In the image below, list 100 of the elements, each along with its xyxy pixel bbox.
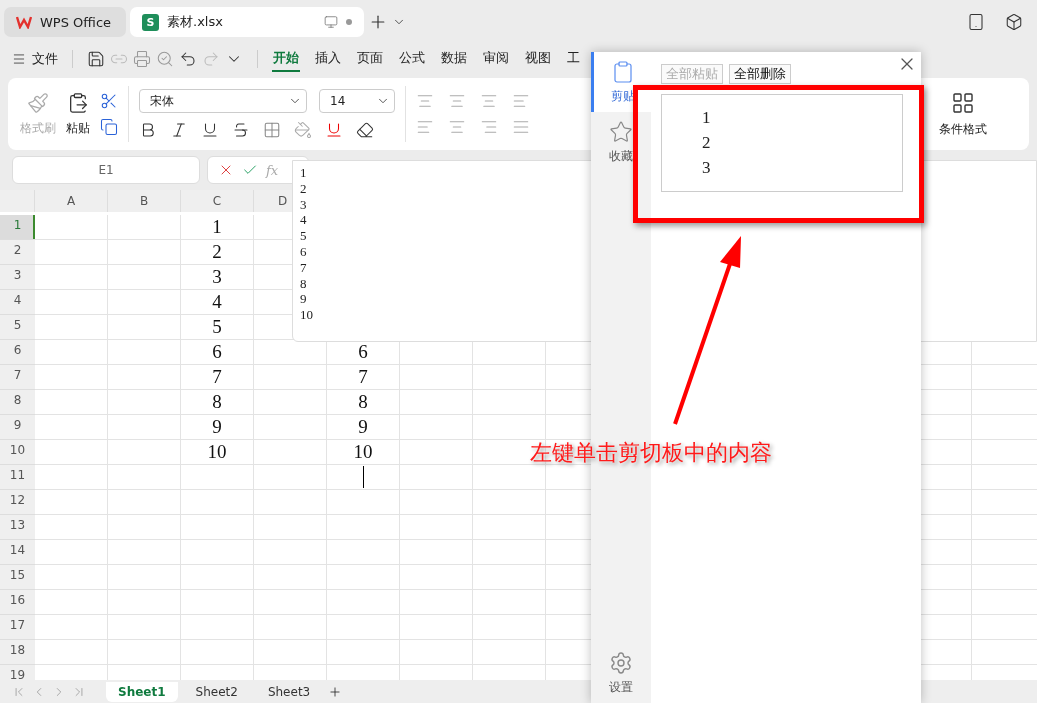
align-center-icon[interactable]	[448, 118, 466, 136]
grid-cell[interactable]	[327, 640, 400, 665]
grid-cell[interactable]	[108, 415, 181, 440]
grid-cell[interactable]	[35, 640, 108, 665]
grid-cell[interactable]	[473, 390, 546, 415]
row-header[interactable]: 10	[0, 440, 35, 465]
grid-cell[interactable]	[108, 265, 181, 290]
grid-cell[interactable]	[108, 215, 181, 240]
grid-cell[interactable]	[254, 390, 327, 415]
clipboard-item[interactable]: 1 2 3	[661, 94, 903, 192]
grid-cell[interactable]	[35, 265, 108, 290]
align-left-icon[interactable]	[416, 118, 434, 136]
row-header[interactable]: 13	[0, 515, 35, 540]
font-select[interactable]: 宋体	[139, 89, 307, 113]
row-header[interactable]: 9	[0, 415, 35, 440]
grid-cell[interactable]	[473, 515, 546, 540]
grid-cell[interactable]	[254, 465, 327, 490]
ribbon-tab[interactable]: 页面	[356, 46, 384, 72]
grid-cell[interactable]	[35, 340, 108, 365]
grid-cell[interactable]	[473, 615, 546, 640]
ribbon-tab[interactable]: 公式	[398, 46, 426, 72]
cube-icon[interactable]	[1005, 13, 1023, 31]
print-preview-icon[interactable]	[156, 50, 174, 68]
grid-cell[interactable]	[254, 515, 327, 540]
row-header[interactable]: 18	[0, 640, 35, 665]
row-header[interactable]: 1	[0, 215, 35, 240]
grid-cell[interactable]	[327, 540, 400, 565]
clipboard-icon[interactable]	[67, 91, 89, 114]
grid-cell[interactable]: 5	[181, 315, 254, 340]
grid-cell[interactable]	[181, 540, 254, 565]
row-header[interactable]: 7	[0, 365, 35, 390]
grid-cell[interactable]	[35, 515, 108, 540]
grid-cell[interactable]	[108, 490, 181, 515]
grid-cell[interactable]	[400, 465, 473, 490]
grid-cell[interactable]	[35, 415, 108, 440]
grid-cell[interactable]	[254, 440, 327, 465]
file-menu[interactable]: 文件	[32, 50, 58, 68]
grid-cell[interactable]: 8	[181, 390, 254, 415]
grid-cell[interactable]	[327, 565, 400, 590]
row-header[interactable]: 5	[0, 315, 35, 340]
grid-cell[interactable]	[35, 615, 108, 640]
underline-icon[interactable]	[201, 121, 219, 139]
grid-cell[interactable]: 3	[181, 265, 254, 290]
grid-cell[interactable]	[35, 490, 108, 515]
settings-button[interactable]: 设置	[591, 643, 651, 703]
grid-cell[interactable]	[400, 640, 473, 665]
grid-cell[interactable]	[181, 490, 254, 515]
grid-cell[interactable]	[108, 240, 181, 265]
align-right-icon[interactable]	[480, 118, 498, 136]
grid-cell[interactable]	[327, 590, 400, 615]
grid-cell[interactable]	[181, 590, 254, 615]
grid-cell[interactable]	[35, 240, 108, 265]
grid-cell[interactable]	[108, 390, 181, 415]
grid-cell[interactable]	[108, 365, 181, 390]
grid-cell[interactable]	[35, 590, 108, 615]
ribbon-tab[interactable]: 插入	[314, 46, 342, 72]
grid-cell[interactable]	[327, 615, 400, 640]
column-header[interactable]: C	[181, 190, 254, 212]
grid-cell[interactable]	[254, 490, 327, 515]
select-all-corner[interactable]	[0, 190, 35, 212]
grid-cell[interactable]	[181, 615, 254, 640]
ribbon-tab[interactable]: 开始	[272, 46, 300, 72]
grid-cell[interactable]	[400, 590, 473, 615]
ribbon-tab[interactable]: 审阅	[482, 46, 510, 72]
copy-icon[interactable]	[100, 118, 118, 136]
grid-cell[interactable]	[254, 540, 327, 565]
grid-cell[interactable]	[35, 215, 108, 240]
grid-cell[interactable]	[473, 590, 546, 615]
grid-cell[interactable]	[473, 565, 546, 590]
grid-cell[interactable]	[108, 440, 181, 465]
italic-icon[interactable]	[170, 121, 188, 139]
grid-cell[interactable]	[473, 640, 546, 665]
grid-cell[interactable]	[108, 465, 181, 490]
grid-cell[interactable]: 4	[181, 290, 254, 315]
fill-color-icon[interactable]	[294, 121, 312, 139]
grid-cell[interactable]	[327, 515, 400, 540]
row-header[interactable]: 6	[0, 340, 35, 365]
ribbon-tab[interactable]: 数据	[440, 46, 468, 72]
grid-cell[interactable]	[108, 565, 181, 590]
conditional-format-button[interactable]: 条件格式	[939, 90, 987, 138]
grid-cell[interactable]	[181, 640, 254, 665]
grid-cell[interactable]	[254, 415, 327, 440]
grid-cell[interactable]	[254, 365, 327, 390]
grid-cell[interactable]: 8	[327, 390, 400, 415]
grid-cell[interactable]	[181, 515, 254, 540]
grid-cell[interactable]	[254, 615, 327, 640]
sheet-tab[interactable]: Sheet2	[183, 681, 250, 702]
grid-cell[interactable]	[473, 490, 546, 515]
column-header[interactable]: A	[35, 190, 108, 212]
grid-cell[interactable]	[108, 315, 181, 340]
font-color-icon[interactable]	[325, 121, 343, 139]
grid-cell[interactable]	[400, 390, 473, 415]
grid-cell[interactable]	[254, 640, 327, 665]
font-size-select[interactable]: 14	[319, 89, 395, 113]
ribbon-tab[interactable]: 工	[566, 46, 581, 72]
grid-cell[interactable]	[400, 415, 473, 440]
grid-cell[interactable]	[108, 540, 181, 565]
grid-cell[interactable]	[35, 290, 108, 315]
grid-cell[interactable]	[254, 590, 327, 615]
align-top-icon[interactable]	[416, 92, 434, 110]
